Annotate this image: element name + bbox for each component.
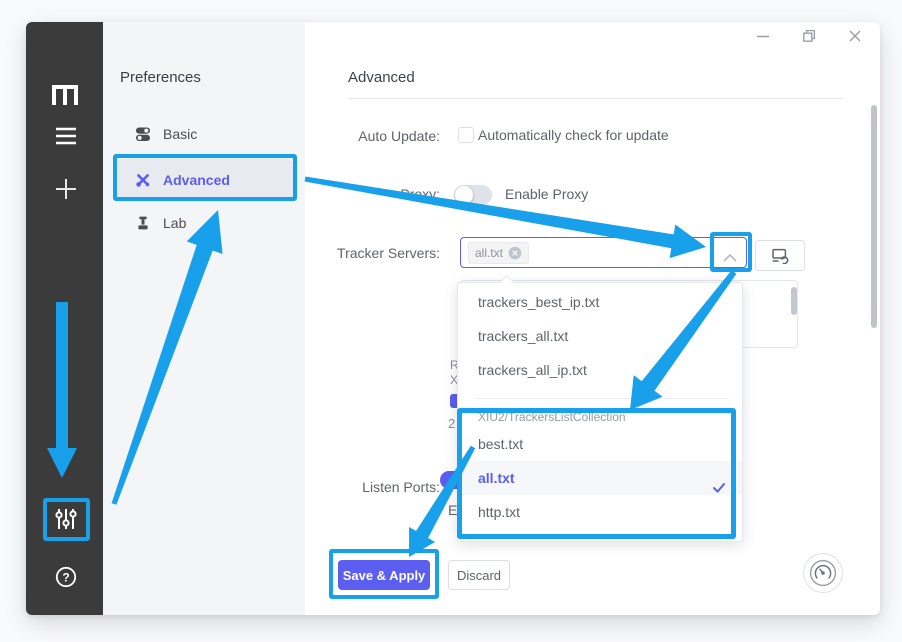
sync-icon: [772, 248, 789, 264]
dropdown-item[interactable]: http.txt: [458, 495, 742, 529]
toggles-icon: [135, 126, 151, 142]
auto-update-checkbox[interactable]: [458, 127, 474, 143]
dropdown-divider: [476, 398, 729, 399]
nav-item-label: Lab: [163, 215, 186, 231]
add-task-icon[interactable]: [53, 176, 79, 202]
preferences-title: Preferences: [120, 69, 201, 86]
window-controls: [755, 28, 863, 44]
sync-trackers-button[interactable]: [755, 240, 805, 271]
speed-limit-button[interactable]: [803, 553, 843, 593]
tracker-dropdown: trackers_best_ip.txt trackers_all.txt tr…: [457, 282, 743, 542]
dropdown-item[interactable]: trackers_best_ip.txt: [458, 285, 742, 319]
tools-icon: [135, 172, 151, 188]
tag-close-icon[interactable]: [508, 246, 522, 260]
help-icon[interactable]: ?: [55, 566, 77, 588]
clipped-text: 2: [448, 416, 455, 431]
auto-update-checkbox-label[interactable]: Automatically check for update: [478, 127, 669, 143]
check-icon: [712, 472, 726, 506]
proxy-toggle-label: Enable Proxy: [505, 186, 588, 202]
auto-update-label: Auto Update:: [240, 128, 440, 144]
proxy-label: Proxy:: [240, 186, 440, 202]
divider: [348, 98, 843, 99]
svg-text:?: ?: [62, 570, 69, 584]
dropdown-group-label: XIU2/TrackersListCollection: [458, 407, 742, 427]
minimize-icon[interactable]: [755, 28, 771, 44]
app-window: ? Preferences Basic Advanced Lab: [26, 22, 880, 615]
lab-icon: [135, 215, 151, 231]
preferences-nav: Preferences Basic Advanced Lab: [103, 22, 305, 615]
selected-tag: all.txt: [468, 242, 529, 264]
textarea-scrollbar[interactable]: [791, 287, 797, 315]
task-list-icon[interactable]: [53, 126, 79, 146]
nav-item-lab[interactable]: Lab: [116, 203, 293, 243]
dropdown-item[interactable]: trackers_all.txt: [458, 319, 742, 353]
motrix-logo-icon: [50, 82, 80, 108]
page-title: Advanced: [348, 69, 415, 86]
main-scrollbar[interactable]: [871, 105, 877, 328]
dropdown-item-selected[interactable]: all.txt: [458, 461, 742, 495]
chevron-up-icon[interactable]: [723, 249, 737, 267]
save-apply-button[interactable]: Save & Apply: [338, 560, 430, 590]
maximize-icon[interactable]: [801, 28, 817, 44]
gauge-icon: [809, 559, 837, 587]
nav-item-label: Advanced: [163, 172, 230, 188]
proxy-toggle[interactable]: [454, 185, 492, 205]
nav-item-label: Basic: [163, 126, 197, 142]
listen-ports-label: Listen Ports:: [240, 479, 440, 495]
dropdown-item[interactable]: best.txt: [458, 427, 742, 461]
tag-label: all.txt: [475, 246, 503, 260]
app-sidebar: ?: [26, 22, 103, 615]
preferences-sliders-icon[interactable]: [54, 507, 78, 531]
tracker-servers-select[interactable]: all.txt: [460, 237, 747, 268]
tracker-servers-label: Tracker Servers:: [240, 245, 440, 261]
close-icon[interactable]: [847, 28, 863, 44]
dropdown-item[interactable]: trackers_all_ip.txt: [458, 353, 742, 387]
toggle-knob: [455, 186, 473, 204]
dropdown-item-label: all.txt: [478, 470, 515, 486]
discard-button[interactable]: Discard: [448, 560, 510, 590]
clipped-text: E: [448, 502, 457, 518]
